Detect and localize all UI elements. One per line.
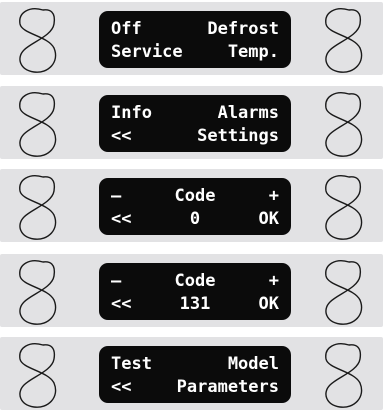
figure-eight-knob-icon[interactable]: [314, 4, 374, 76]
menu-option-info[interactable]: Info: [111, 101, 152, 125]
figure-eight-knob-icon[interactable]: [314, 88, 374, 160]
figure-eight-knob-icon[interactable]: [8, 256, 68, 328]
menu-panel-settings: Test Model << Parameters: [0, 337, 383, 410]
menu-option-alarms[interactable]: Alarms: [218, 101, 279, 125]
menu-option-service[interactable]: Service: [111, 40, 183, 64]
back-option[interactable]: <<: [111, 375, 131, 399]
ok-option[interactable]: OK: [259, 207, 279, 231]
lcd-display: Off Defrost Service Temp.: [99, 11, 291, 68]
menu-option-temp[interactable]: Temp.: [228, 40, 279, 64]
figure-eight-knob-icon[interactable]: [314, 256, 374, 328]
code-value: 0: [189, 209, 201, 229]
menu-option-off[interactable]: Off: [111, 17, 142, 41]
figure-eight-knob-icon[interactable]: [314, 339, 374, 411]
menu-option-parameters[interactable]: Parameters: [177, 375, 279, 399]
menu-panel-main: Off Defrost Service Temp.: [0, 2, 383, 75]
figure-eight-knob-icon[interactable]: [314, 171, 374, 243]
increment-option[interactable]: +: [269, 184, 279, 208]
code-label: Code: [174, 271, 216, 291]
code-entry-panel-filled: – Code + << 131 OK: [0, 254, 383, 327]
figure-eight-knob-icon[interactable]: [8, 339, 68, 411]
back-option[interactable]: <<: [111, 124, 131, 148]
lcd-display: Info Alarms << Settings: [99, 95, 291, 152]
menu-option-settings[interactable]: Settings: [197, 124, 279, 148]
code-value: 131: [179, 294, 211, 314]
menu-option-model[interactable]: Model: [228, 352, 279, 376]
menu-option-test[interactable]: Test: [111, 352, 152, 376]
lcd-display: Test Model << Parameters: [99, 346, 291, 403]
figure-eight-knob-icon[interactable]: [8, 88, 68, 160]
lcd-display: – Code + << 131 OK: [99, 263, 291, 320]
menu-option-defrost[interactable]: Defrost: [207, 17, 279, 41]
increment-option[interactable]: +: [269, 269, 279, 293]
code-entry-panel-empty: – Code + << 0 OK: [0, 169, 383, 242]
ok-option[interactable]: OK: [259, 292, 279, 316]
lcd-display: – Code + << 0 OK: [99, 178, 291, 235]
menu-panel-service: Info Alarms << Settings: [0, 86, 383, 159]
code-label: Code: [174, 186, 216, 206]
figure-eight-knob-icon[interactable]: [8, 4, 68, 76]
figure-eight-knob-icon[interactable]: [8, 171, 68, 243]
